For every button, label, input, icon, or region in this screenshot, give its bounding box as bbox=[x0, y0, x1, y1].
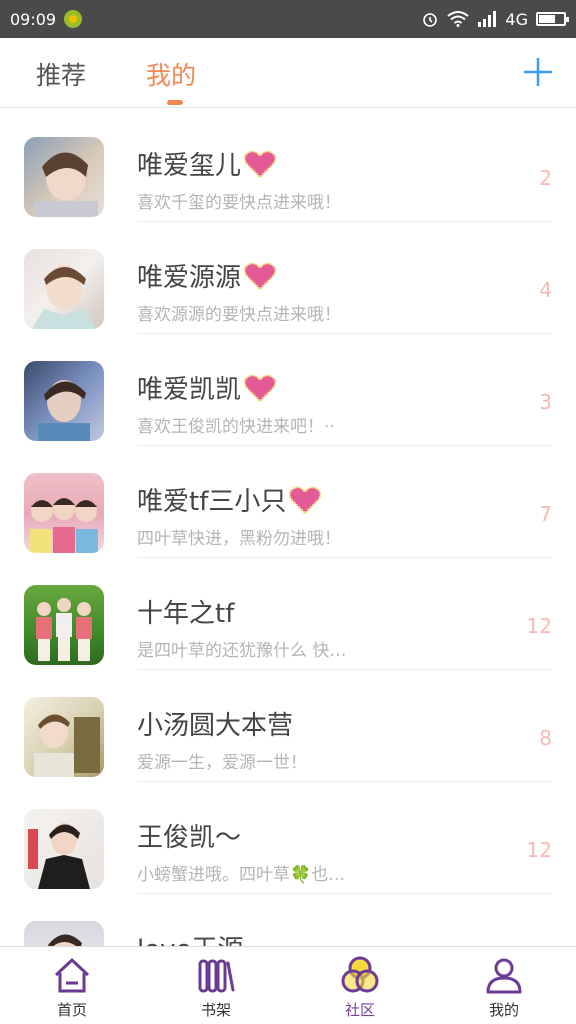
group-avatar bbox=[24, 473, 104, 553]
group-subtitle: 四叶草快进，黑粉勿进哦！ bbox=[137, 529, 341, 549]
bookshelf-icon bbox=[198, 959, 235, 993]
group-avatar bbox=[24, 137, 104, 217]
list-item[interactable]: 唯爱玺儿 喜欢千玺的要快点进来哦！ 2 bbox=[0, 110, 576, 222]
nav-bookshelf[interactable]: 书架 bbox=[144, 947, 288, 1024]
group-subtitle: 小螃蟹进哦。四叶草🍀也… bbox=[137, 865, 346, 885]
list-item[interactable]: love王源 bbox=[0, 894, 576, 946]
alarm-icon bbox=[421, 10, 439, 28]
group-title: 王俊凯～ bbox=[137, 823, 242, 853]
unread-count: 4 bbox=[539, 278, 552, 302]
list-item[interactable]: 小汤圆大本营 爱源一生，爱源一世！ 8 bbox=[0, 670, 576, 782]
battery-icon bbox=[536, 12, 569, 26]
signal-icon bbox=[477, 11, 497, 27]
list-item[interactable]: 唯爱tf三小只 四叶草快进，黑粉勿进哦！ 7 bbox=[0, 446, 576, 558]
nav-profile[interactable]: 我的 bbox=[432, 947, 576, 1024]
group-avatar bbox=[24, 361, 104, 441]
nav-label: 我的 bbox=[488, 1001, 519, 1019]
group-avatar bbox=[24, 249, 104, 329]
list-item[interactable]: 唯爱凯凯 喜欢王俊凯的快进来吧！·· 3 bbox=[0, 334, 576, 446]
unread-count: 2 bbox=[539, 166, 552, 190]
unread-count: 8 bbox=[539, 726, 552, 750]
list-item[interactable]: 十年之tf 是四叶草的还犹豫什么 快… 12 bbox=[0, 558, 576, 670]
group-title: 唯爱源源 bbox=[137, 263, 242, 293]
group-subtitle: 喜欢王俊凯的快进来吧！·· bbox=[137, 417, 335, 437]
unread-count: 12 bbox=[526, 614, 552, 638]
status-time: 09:09 bbox=[10, 9, 57, 29]
home-icon bbox=[54, 958, 90, 993]
top-tab-bar: 推荐 我的 bbox=[0, 38, 576, 108]
status-bar: 09:09 4G bbox=[0, 0, 576, 38]
community-icon bbox=[341, 956, 379, 993]
group-subtitle: 喜欢源源的要快点进来哦！ bbox=[137, 305, 341, 325]
group-avatar bbox=[24, 585, 104, 665]
list-item[interactable]: 王俊凯～ 小螃蟹进哦。四叶草🍀也… 12 bbox=[0, 782, 576, 894]
nav-label: 首页 bbox=[56, 1001, 87, 1019]
group-subtitle: 爱源一生，爱源一世！ bbox=[137, 753, 307, 773]
heart-icon bbox=[243, 150, 277, 178]
group-avatar bbox=[24, 809, 104, 889]
tab-mine[interactable]: 我的 bbox=[146, 56, 196, 92]
nav-label: 社区 bbox=[344, 1001, 375, 1019]
nav-label: 书架 bbox=[200, 1001, 231, 1019]
group-title: 唯爱凯凯 bbox=[137, 375, 242, 405]
heart-icon bbox=[243, 262, 277, 290]
unread-count: 7 bbox=[539, 502, 552, 526]
group-title: 小汤圆大本营 bbox=[137, 711, 294, 741]
group-list: 唯爱玺儿 喜欢千玺的要快点进来哦！ 2 唯爱源源 喜欢源源的要快点进来哦！ 4 … bbox=[0, 110, 576, 946]
group-title: 唯爱玺儿 bbox=[137, 151, 242, 181]
group-avatar bbox=[24, 697, 104, 777]
group-title: 十年之tf bbox=[137, 599, 235, 629]
group-subtitle: 喜欢千玺的要快点进来哦！ bbox=[137, 193, 341, 213]
add-icon[interactable] bbox=[522, 56, 554, 88]
bottom-nav: 首页 书架 社区 我的 bbox=[0, 946, 576, 1024]
active-tab-indicator bbox=[167, 100, 183, 105]
nav-community[interactable]: 社区 bbox=[288, 947, 432, 1024]
notification-icon bbox=[64, 10, 83, 28]
heart-icon bbox=[289, 486, 322, 514]
unread-count: 12 bbox=[526, 838, 552, 862]
group-title: love王源 bbox=[137, 929, 244, 946]
profile-icon bbox=[486, 958, 522, 994]
nav-home[interactable]: 首页 bbox=[0, 947, 144, 1024]
heart-icon bbox=[243, 374, 277, 402]
unread-count: 3 bbox=[539, 390, 552, 414]
network-type: 4G bbox=[505, 9, 528, 29]
group-title: 唯爱tf三小只 bbox=[137, 487, 287, 517]
list-item[interactable]: 唯爱源源 喜欢源源的要快点进来哦！ 4 bbox=[0, 222, 576, 334]
group-subtitle: 是四叶草的还犹豫什么 快… bbox=[137, 641, 347, 661]
wifi-icon bbox=[447, 11, 470, 27]
group-avatar bbox=[24, 921, 104, 946]
tab-recommend[interactable]: 推荐 bbox=[36, 56, 86, 92]
